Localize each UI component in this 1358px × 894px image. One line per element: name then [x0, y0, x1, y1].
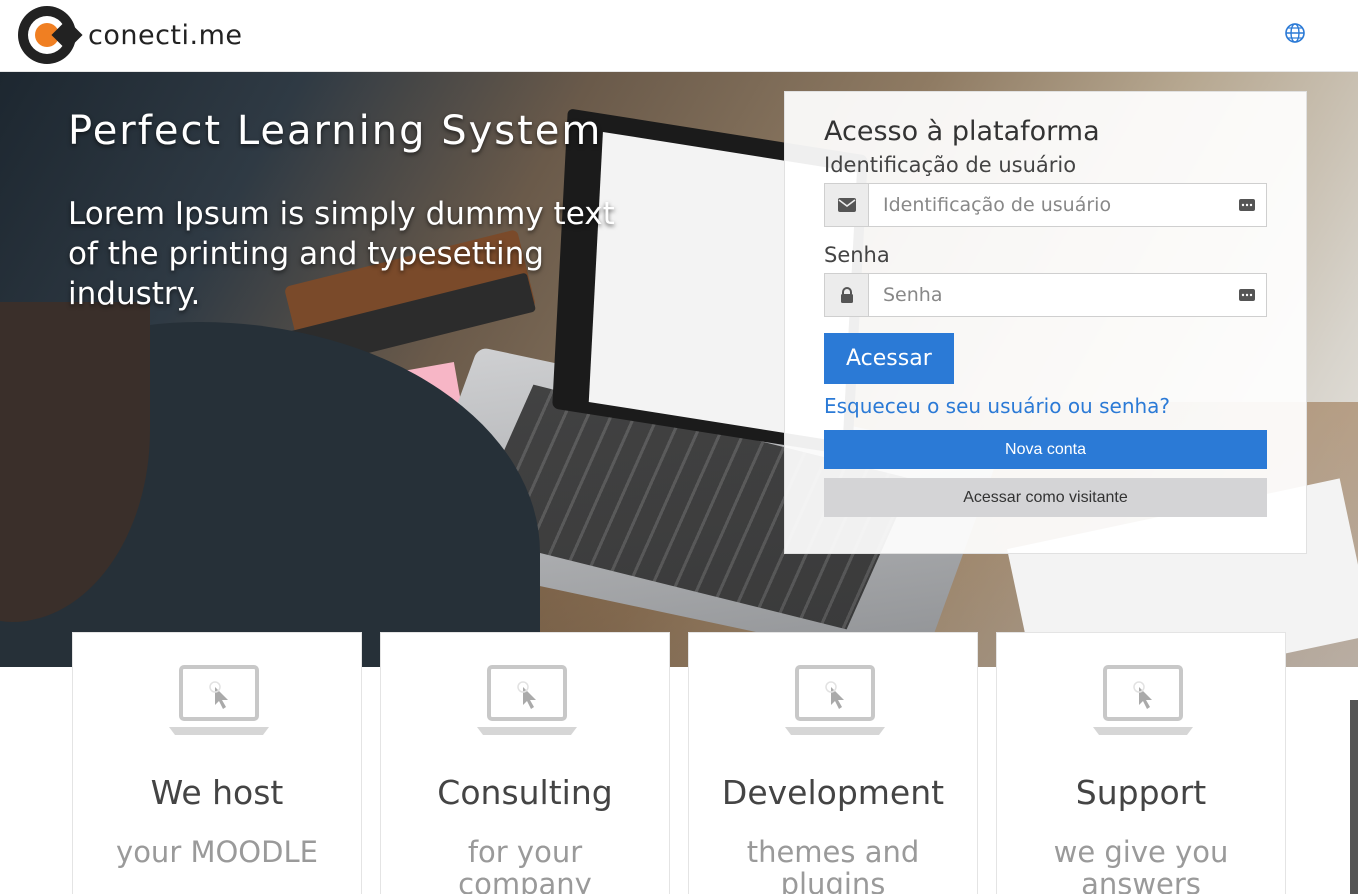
password-input[interactable] [869, 274, 1228, 316]
brand-name: conecti.me [88, 19, 243, 51]
navbar: conecti.me [0, 0, 1358, 72]
page-scrollbar[interactable] [1350, 700, 1358, 894]
feature-card-support: Support we give you answers [996, 632, 1286, 894]
hero-title: Perfect Learning System [68, 108, 603, 154]
lock-icon [825, 274, 869, 316]
username-group [824, 183, 1267, 227]
features-section: We host your MOODLE Consulting for your … [72, 632, 1286, 894]
password-label: Senha [824, 243, 890, 267]
envelope-icon [825, 184, 869, 226]
feature-title: We host [150, 773, 284, 812]
login-form: Acesso à plataforma Identificação de usu… [784, 91, 1307, 554]
feature-card-hosting: We host your MOODLE [72, 632, 362, 894]
feature-card-consulting: Consulting for your company [380, 632, 670, 894]
feature-title: Support [1075, 773, 1207, 812]
password-manager-icon[interactable] [1228, 274, 1266, 316]
laptop-cursor-icon [169, 665, 269, 735]
globe-icon[interactable] [1284, 22, 1306, 44]
password-group [824, 273, 1267, 317]
username-label: Identificação de usuário [824, 153, 1077, 177]
feature-subtitle: your MOODLE [116, 835, 318, 869]
login-button[interactable]: Acessar [824, 333, 954, 384]
feature-subtitle: we give you answers [1053, 835, 1229, 894]
laptop-cursor-icon [785, 665, 885, 735]
login-heading: Acesso à plataforma [824, 116, 1100, 147]
feature-subtitle: for your company [458, 835, 592, 894]
feature-title: Development [721, 773, 945, 812]
forgot-password-link[interactable]: Esqueceu o seu usuário ou senha? [824, 394, 1267, 418]
hero-subtitle: Lorem Ipsum is simply dummy text of the … [68, 196, 615, 312]
guest-login-button[interactable]: Acessar como visitante [824, 478, 1267, 517]
new-account-button[interactable]: Nova conta [824, 430, 1267, 469]
username-input[interactable] [869, 184, 1228, 226]
conectime-logo-icon [18, 6, 83, 64]
laptop-cursor-icon [1093, 665, 1193, 735]
hero-person-image [0, 302, 540, 667]
laptop-cursor-icon [477, 665, 577, 735]
feature-subtitle: themes and plugins [746, 835, 920, 894]
feature-title: Consulting [437, 773, 613, 812]
password-manager-icon[interactable] [1228, 184, 1266, 226]
feature-card-development: Development themes and plugins [688, 632, 978, 894]
brand-link[interactable]: conecti.me [18, 4, 243, 66]
